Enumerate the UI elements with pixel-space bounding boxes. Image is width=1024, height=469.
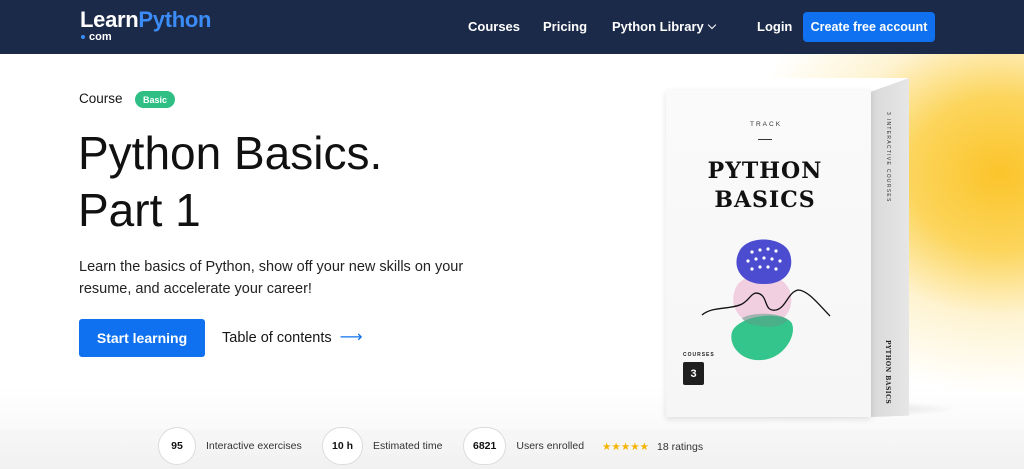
box-title-line2: BASICS	[714, 187, 816, 213]
page-title: Python Basics. Part 1	[78, 125, 578, 239]
course-type-label: Course	[79, 91, 123, 106]
page-title-line2: Part 1	[78, 184, 201, 236]
logo-text-learn: Learn	[80, 7, 139, 32]
page-title-line1: Python Basics.	[78, 127, 383, 179]
box-title: PYTHON BASICS	[706, 157, 824, 215]
top-navbar: LearnPython com Courses Pricing Python L…	[0, 0, 1024, 54]
stat-enrolled: 6821 Users enrolled	[463, 427, 584, 465]
table-of-contents-link[interactable]: Table of contents ⟶	[222, 329, 363, 347]
rating-stars-icon: ★★★★★	[602, 441, 650, 453]
box-side-title: PYTHON BASICS	[884, 340, 891, 405]
chevron-down-icon	[707, 20, 716, 30]
course-description: Learn the basics of Python, show off you…	[79, 259, 464, 297]
stat-exercises: 95 Interactive exercises	[158, 427, 302, 465]
purple-blob-shape	[736, 239, 792, 285]
arrow-right-icon: ⟶	[339, 329, 363, 346]
nav-link-courses[interactable]: Courses	[468, 19, 520, 34]
nav-link-python-library-label: Python Library	[612, 19, 704, 34]
start-learning-button[interactable]: Start learning	[79, 319, 205, 357]
table-of-contents-label: Table of contents	[222, 330, 332, 346]
logo-dot-icon	[81, 35, 85, 39]
level-badge: Basic	[135, 91, 175, 108]
box-courses-label: COURSES	[683, 352, 715, 358]
box-side-subtitle: 3 INTERACTIVE COURSES	[885, 112, 891, 203]
login-link[interactable]: Login	[757, 19, 792, 34]
box-track-label: TRACK	[750, 121, 783, 128]
nav-link-python-library[interactable]: Python Library	[612, 19, 716, 34]
stat-enrolled-label: Users enrolled	[516, 440, 585, 452]
create-free-account-button[interactable]: Create free account	[803, 12, 935, 42]
logo-text-python: Python	[138, 7, 212, 32]
logo-text-com: com	[89, 31, 112, 43]
nav-link-pricing[interactable]: Pricing	[543, 19, 587, 34]
stat-enrolled-value: 6821	[463, 427, 507, 465]
stat-time-label: Estimated time	[373, 440, 443, 452]
box-title-line1: PYTHON	[707, 158, 823, 184]
box-illustration	[701, 239, 831, 361]
stat-exercises-value: 95	[158, 427, 196, 465]
box-divider	[758, 139, 772, 140]
learnpython-logo[interactable]: LearnPython com	[80, 7, 212, 44]
box-courses-count: 3	[683, 362, 704, 385]
stat-time: 10 h Estimated time	[322, 427, 442, 465]
stat-time-value: 10 h	[322, 427, 364, 465]
stat-exercises-label: Interactive exercises	[206, 440, 302, 452]
ratings-count[interactable]: 18 ratings	[657, 441, 703, 453]
